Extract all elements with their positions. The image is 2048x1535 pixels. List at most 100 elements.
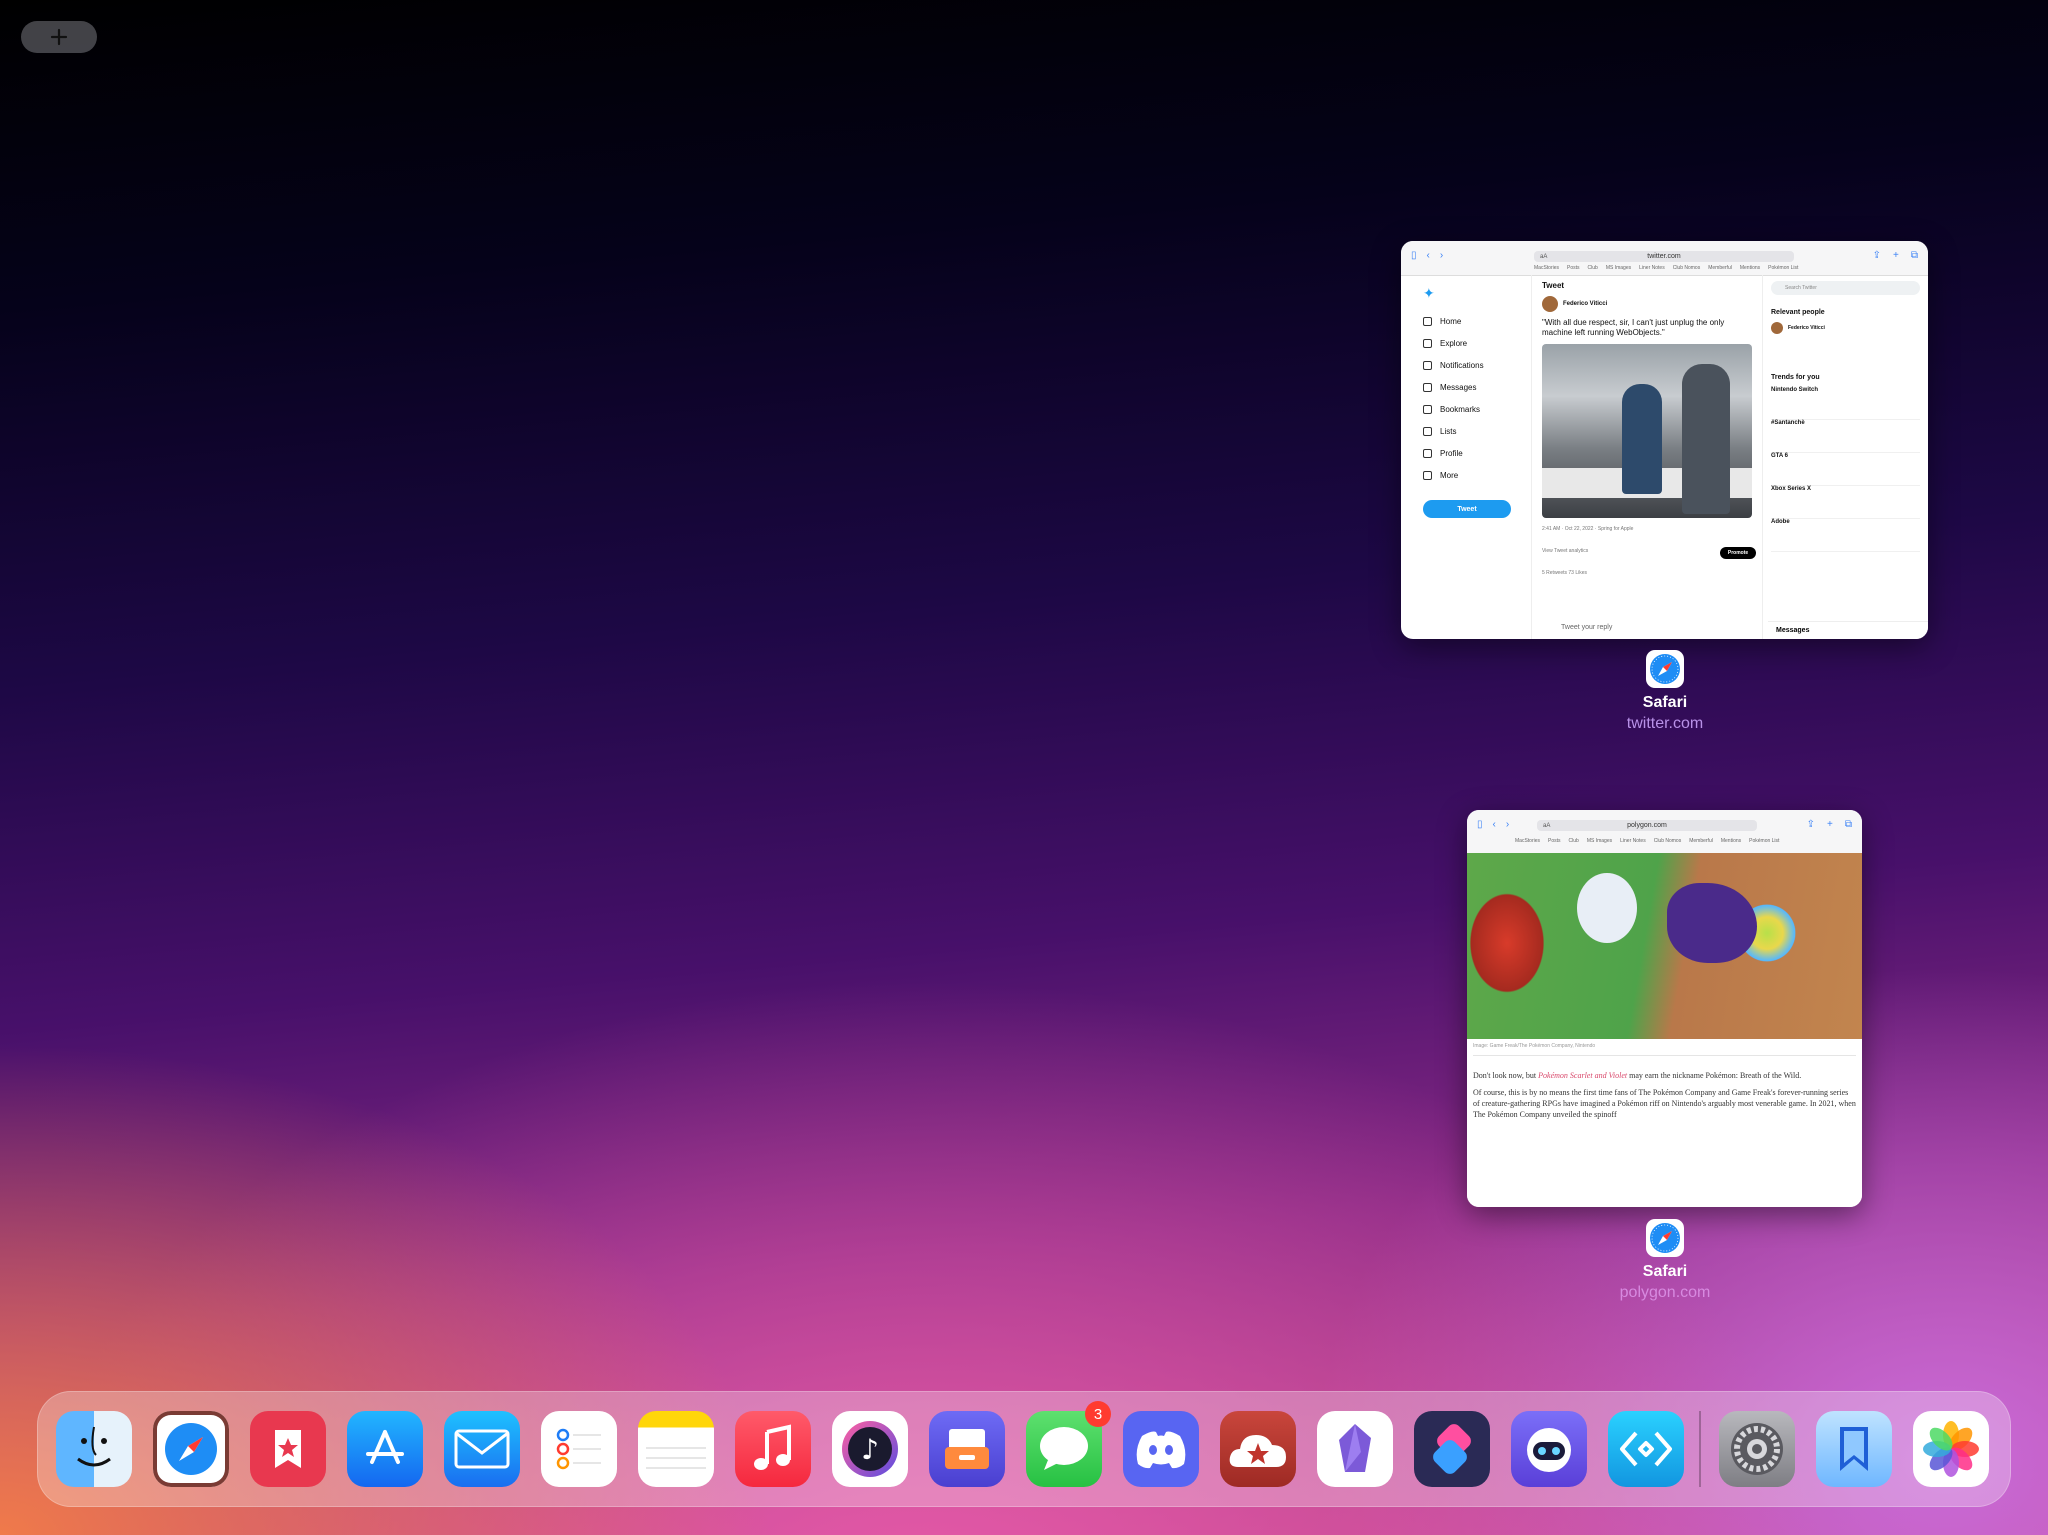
person-name[interactable]: Federico Viticci (1788, 325, 1825, 331)
bookmark-item[interactable]: Pokémon List (1749, 838, 1779, 844)
bookmark-item[interactable]: Posts (1567, 265, 1580, 271)
safari-icon (1646, 650, 1684, 688)
sidebar-icon[interactable]: ▯ (1477, 819, 1483, 830)
settings-icon[interactable] (1719, 1411, 1795, 1487)
notes-icon[interactable] (638, 1411, 714, 1487)
trend-item[interactable]: Xbox Series X (1771, 486, 1920, 519)
tweet-author[interactable]: Federico Viticci (1532, 296, 1762, 312)
messages-badge: 3 (1085, 1401, 1111, 1427)
nav-item-explore[interactable]: Explore (1423, 332, 1531, 354)
person-icon (1423, 448, 1432, 458)
reminders-icon[interactable] (541, 1411, 617, 1487)
reader-icon[interactable]: aA (1540, 254, 1547, 260)
article-body: Image: Game Freak/The Pokémon Company, N… (1467, 1039, 1862, 1207)
reeder-icon[interactable] (1220, 1411, 1296, 1487)
bookmark-item[interactable]: Club (1569, 838, 1579, 844)
back-icon[interactable]: ‹ (1427, 250, 1430, 261)
share-icon[interactable]: ⇪ (1873, 250, 1881, 261)
safari-icon (1646, 1219, 1684, 1257)
bookmark-item[interactable]: Liner Notes (1620, 838, 1646, 844)
app-store-icon[interactable] (347, 1411, 423, 1487)
bookmark-item[interactable]: Mentions (1740, 265, 1760, 271)
twitter-search-input[interactable]: Search Twitter (1771, 281, 1920, 295)
bookmark-item[interactable]: Memberful (1689, 838, 1713, 844)
bookmark-item[interactable]: Club Nomos (1673, 265, 1701, 271)
shortcuts-icon[interactable] (1414, 1411, 1490, 1487)
reply-input[interactable]: Tweet your reply (1561, 624, 1612, 631)
back-icon[interactable]: ‹ (1493, 819, 1496, 830)
forward-icon[interactable]: › (1506, 819, 1509, 830)
window-app-name: Safari (1642, 694, 1688, 711)
trend-item[interactable]: #Santanchè (1771, 420, 1920, 453)
nav-item-more[interactable]: More (1423, 464, 1531, 486)
bookmarks-app-icon[interactable] (1816, 1411, 1892, 1487)
tweet-button[interactable]: Tweet (1423, 500, 1511, 518)
tweet-stats: 5 Retweets 73 Likes (1542, 570, 1588, 576)
bookmark-item[interactable]: MS Images (1606, 265, 1631, 271)
discord-icon[interactable] (1123, 1411, 1199, 1487)
music-icon[interactable] (735, 1411, 811, 1487)
sync-app-icon[interactable] (1608, 1411, 1684, 1487)
nav-item-profile[interactable]: Profile (1423, 442, 1531, 464)
bookmark-item[interactable]: MS Images (1587, 838, 1612, 844)
window-app-name: Safari (1642, 1263, 1688, 1280)
bookmark-item[interactable]: Mentions (1721, 838, 1741, 844)
bookmark-item[interactable]: Pokémon List (1768, 265, 1798, 271)
itunes-icon[interactable]: ♪ (832, 1411, 908, 1487)
nav-item-bookmarks[interactable]: Bookmarks (1423, 398, 1531, 420)
sidebar-icon[interactable]: ▯ (1411, 250, 1417, 261)
nav-item-messages[interactable]: Messages (1423, 376, 1531, 398)
tweet-detail: Tweet Federico Viticci "With all due res… (1531, 275, 1763, 639)
address-bar[interactable]: aA polygon.com (1537, 820, 1757, 831)
goodlinks-icon[interactable] (250, 1411, 326, 1487)
address-bar[interactable]: aA twitter.com (1534, 251, 1794, 262)
bookmark-item[interactable]: MacStories (1515, 838, 1540, 844)
bookmark-icon (1423, 404, 1432, 414)
url-text: polygon.com (1627, 822, 1667, 829)
trend-item[interactable]: GTA 6 (1771, 453, 1920, 486)
relevant-people-title: Relevant people (1771, 309, 1825, 316)
bookmark-item[interactable]: Club (1588, 265, 1598, 271)
trend-item[interactable]: Nintendo Switch (1771, 387, 1920, 420)
tabs-icon[interactable]: ⧉ (1911, 250, 1918, 261)
safari-icon[interactable] (153, 1411, 229, 1487)
add-window-button[interactable] (21, 21, 97, 53)
forward-icon[interactable]: › (1440, 250, 1443, 261)
messages-drawer[interactable]: Messages (1768, 621, 1928, 639)
nav-item-home[interactable]: Home (1423, 310, 1531, 332)
mastodon-robot-icon[interactable] (1511, 1411, 1587, 1487)
reader-icon[interactable]: aA (1543, 823, 1550, 829)
promote-button[interactable]: Promote (1720, 547, 1756, 559)
url-text: twitter.com (1647, 253, 1681, 260)
finder-icon[interactable] (56, 1411, 132, 1487)
svg-text:♪: ♪ (861, 1433, 879, 1466)
safari-twitter-window[interactable]: ▯ ‹ › aA twitter.com MacStories Posts Club … (1401, 241, 1928, 639)
twitter-logo-icon[interactable]: ✦ (1423, 285, 1531, 302)
bookmark-item[interactable]: Club Nomos (1654, 838, 1682, 844)
mail-icon[interactable] (444, 1411, 520, 1487)
article-paragraph: Don't look now, but Pokémon Scarlet and … (1473, 1071, 1802, 1080)
avatar[interactable] (1542, 296, 1558, 312)
trend-item[interactable]: Adobe (1771, 519, 1920, 552)
avatar[interactable] (1771, 322, 1783, 334)
photos-icon[interactable] (1913, 1411, 1989, 1487)
bookmark-item[interactable]: Posts (1548, 838, 1561, 844)
envelope-icon (1423, 382, 1432, 392)
bookmark-item[interactable]: Liner Notes (1639, 265, 1665, 271)
twitter-sidebar: ✦ Home Explore Notifications Messages Bo… (1401, 275, 1531, 639)
tabs-icon[interactable]: ⧉ (1845, 819, 1852, 830)
new-tab-icon[interactable]: + (1827, 819, 1833, 830)
obsidian-icon[interactable] (1317, 1411, 1393, 1487)
nav-item-lists[interactable]: Lists (1423, 420, 1531, 442)
article-link[interactable]: Pokémon Scarlet and Violet (1538, 1071, 1627, 1080)
share-icon[interactable]: ⇪ (1807, 819, 1815, 830)
nav-item-notifications[interactable]: Notifications (1423, 354, 1531, 376)
mastering-app-icon[interactable] (929, 1411, 1005, 1487)
bookmark-item[interactable]: MacStories (1534, 265, 1559, 271)
tweet-photo[interactable] (1542, 344, 1752, 518)
bookmark-item[interactable]: Memberful (1708, 265, 1732, 271)
browser-toolbar: ▯ ‹ › aA polygon.com MacStories Posts Club … (1467, 810, 1862, 854)
article-hero-image[interactable] (1467, 853, 1862, 1039)
safari-polygon-window[interactable]: ▯ ‹ › aA polygon.com MacStories Posts Club … (1467, 810, 1862, 1207)
new-tab-icon[interactable]: + (1893, 250, 1899, 261)
